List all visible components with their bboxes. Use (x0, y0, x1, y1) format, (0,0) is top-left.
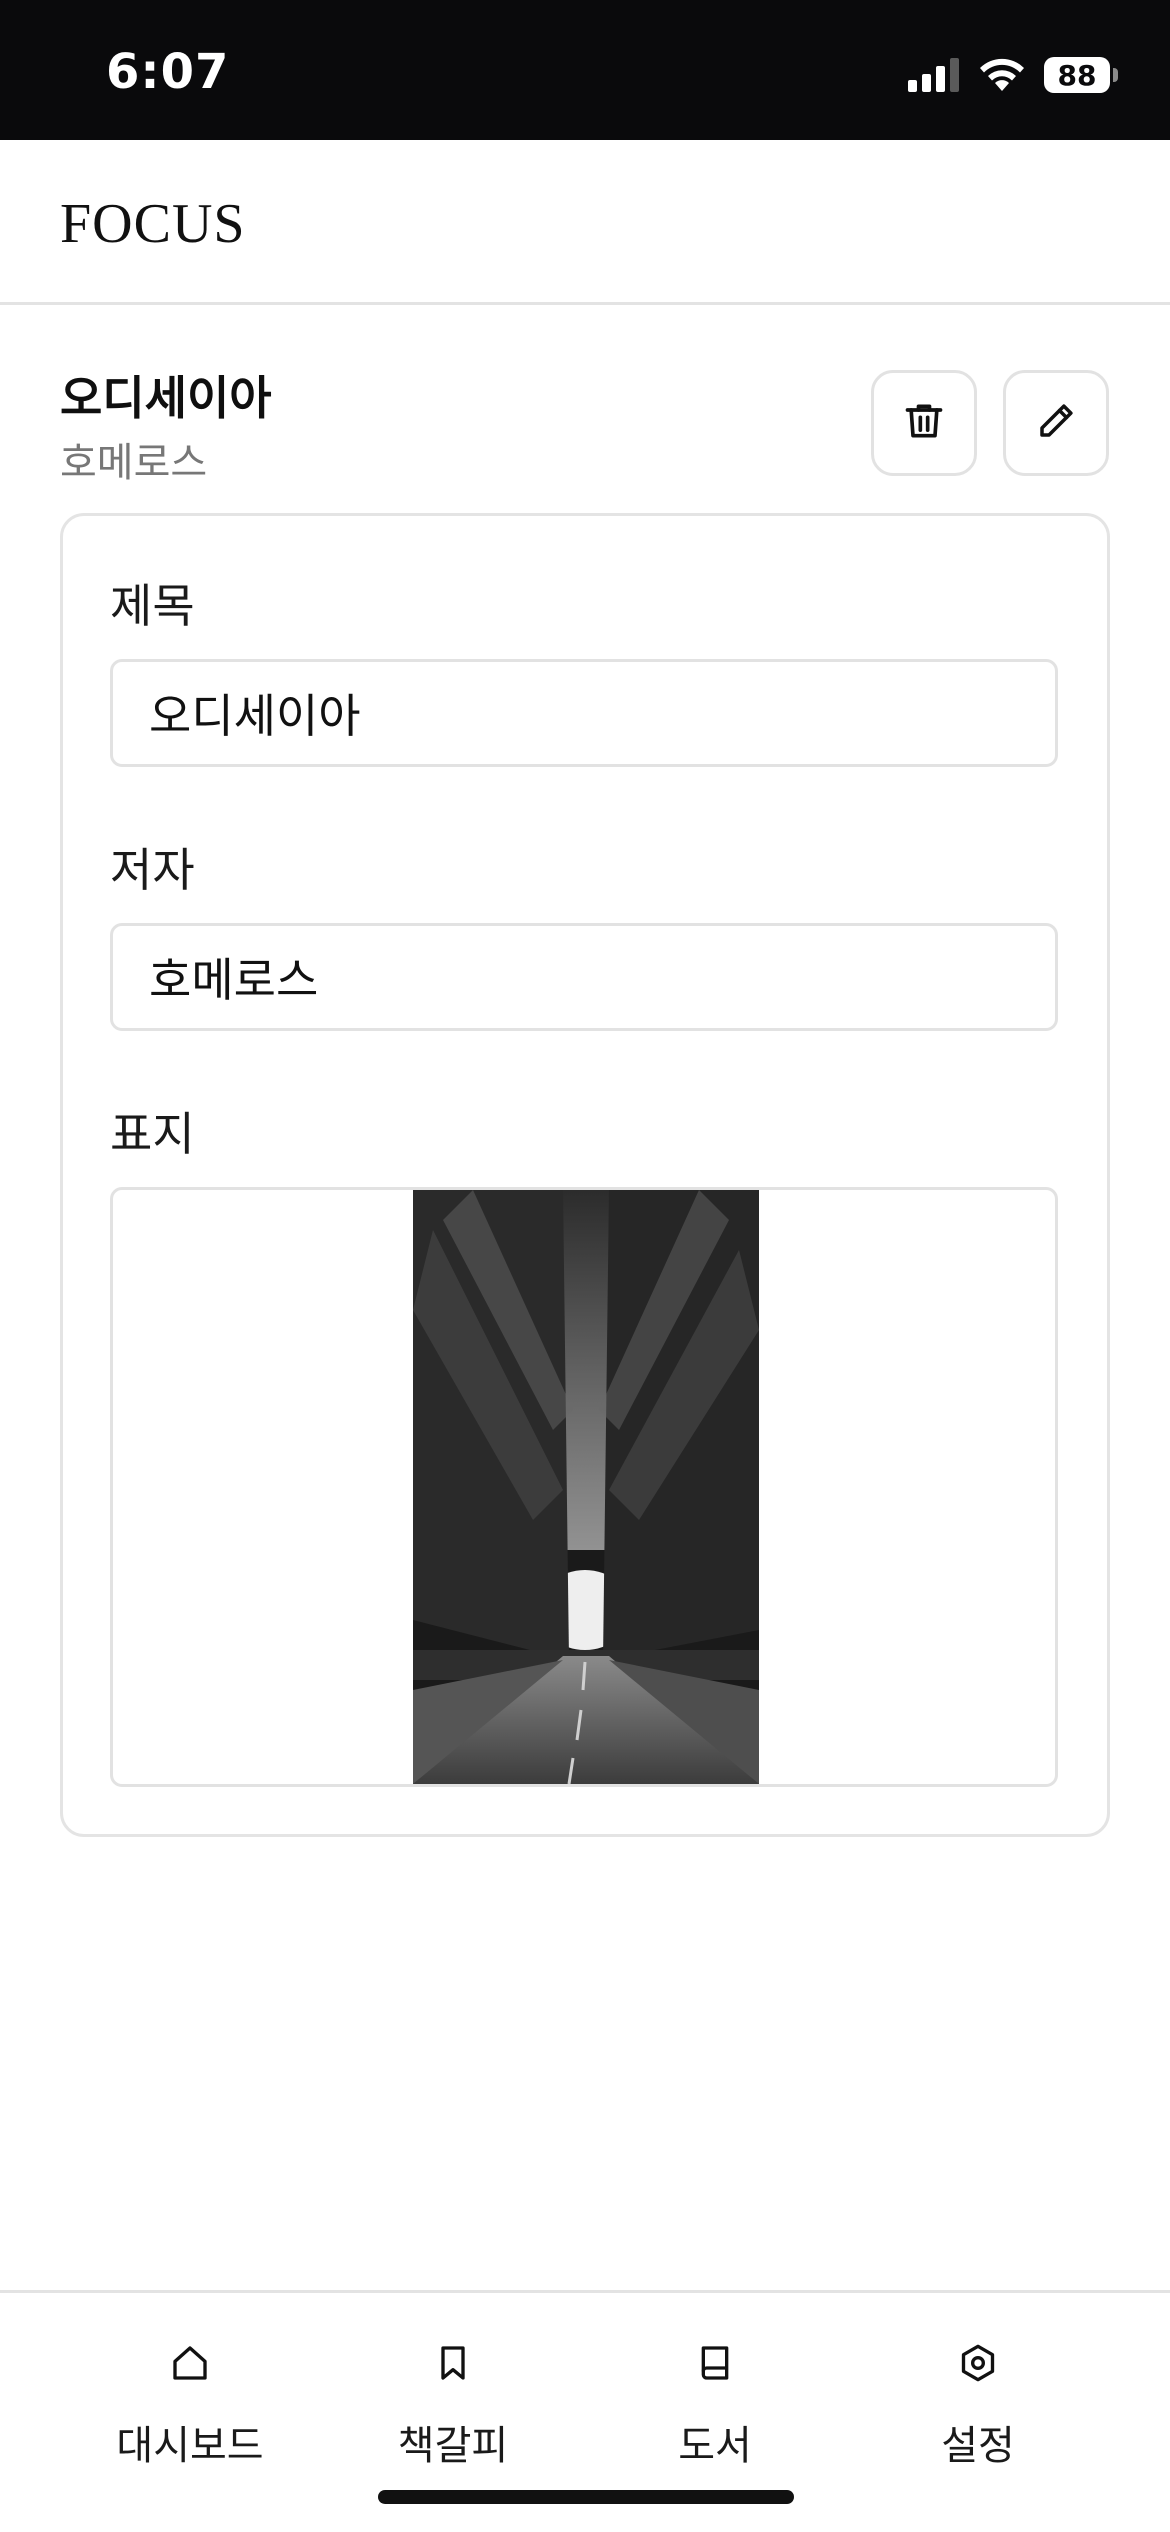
cover-label: 표지 (110, 1107, 195, 1161)
nav-books[interactable]: 도서 (605, 2335, 825, 2485)
book-title: 오디세이아 (60, 371, 272, 425)
cover-image (413, 1190, 759, 1784)
book-author: 호메로스 (60, 440, 208, 486)
nav-bookmarks[interactable]: 책갈피 (343, 2335, 563, 2485)
pencil-icon (1035, 400, 1077, 446)
wifi-icon (978, 57, 1026, 93)
home-indicator[interactable] (378, 2490, 794, 2504)
bookmark-icon (433, 2335, 473, 2391)
screen: 6:07 88 FOCUS 오디세이아 호메로스 제목 오디세이아 저자 호메로… (0, 0, 1170, 2532)
author-label: 저자 (110, 843, 195, 897)
title-input[interactable] (110, 659, 1058, 767)
nav-dashboard[interactable]: 대시보드 (80, 2335, 300, 2485)
edit-button[interactable] (1003, 370, 1109, 476)
battery-icon: 88 (1044, 57, 1118, 93)
trash-icon (902, 399, 946, 447)
nav-settings[interactable]: 설정 (868, 2335, 1088, 2485)
home-icon (170, 2335, 210, 2391)
status-time: 6:07 (106, 44, 230, 100)
app-header: FOCUS (0, 140, 1170, 305)
battery-level: 88 (1057, 58, 1097, 92)
nav-bookmarks-label: 책갈피 (397, 2423, 509, 2469)
settings-icon (958, 2335, 998, 2391)
status-icons: 88 (908, 50, 1118, 100)
book-icon (695, 2335, 735, 2391)
nav-books-label: 도서 (678, 2423, 752, 2469)
title-label: 제목 (110, 579, 195, 633)
brand-logo[interactable]: FOCUS (60, 192, 246, 256)
delete-button[interactable] (871, 370, 977, 476)
status-bar: 6:07 88 (0, 0, 1170, 140)
signal-icon (908, 58, 960, 92)
cover-upload-area[interactable] (110, 1187, 1058, 1787)
nav-dashboard-label: 대시보드 (116, 2423, 264, 2469)
author-input[interactable] (110, 923, 1058, 1031)
nav-settings-label: 설정 (941, 2423, 1015, 2469)
